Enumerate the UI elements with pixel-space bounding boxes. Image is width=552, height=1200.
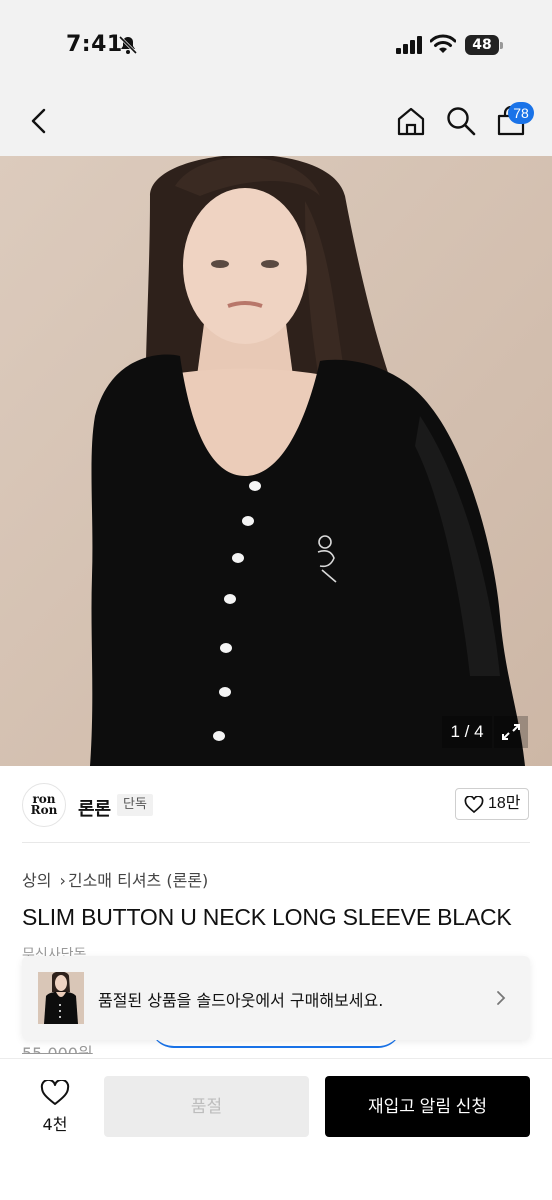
- home-icon[interactable]: [394, 104, 428, 138]
- signal-icon: [396, 36, 422, 54]
- expand-icon[interactable]: [494, 716, 528, 748]
- heart-icon[interactable]: [40, 1080, 70, 1106]
- breadcrumb-item-subcategory[interactable]: 긴소매 티셔츠 (론론): [68, 871, 208, 890]
- brand-logo[interactable]: ron Ron: [22, 783, 66, 827]
- soldout-button[interactable]: 품절: [104, 1076, 309, 1137]
- restock-alert-button[interactable]: 재입고 알림 신청: [325, 1076, 530, 1137]
- cart-count-badge: 78: [508, 102, 534, 124]
- status-bar: 7:41 48: [0, 0, 552, 88]
- brand-like-count: 18만: [488, 795, 521, 812]
- original-price: 55,000원: [22, 1044, 93, 1054]
- divider: [22, 842, 530, 843]
- toast-message: 품절된 상품을 솔드아웃에서 구매해보세요.: [98, 991, 384, 1010]
- nav-bar: [0, 88, 552, 156]
- exclusive-badge: 단독: [117, 794, 153, 816]
- brand-logo-line2: Ron: [30, 803, 58, 817]
- image-counter: 1 / 4: [442, 716, 492, 748]
- soldout-toast[interactable]: 품절된 상품을 솔드아웃에서 구매해보세요.: [22, 956, 530, 1040]
- chevron-right-icon: [497, 991, 506, 1005]
- status-time: 7:41: [66, 32, 123, 57]
- search-icon[interactable]: [444, 104, 478, 138]
- breadcrumb-item-category[interactable]: 상의: [22, 871, 51, 890]
- brand-name[interactable]: 론론: [78, 795, 111, 821]
- product-photo: [0, 156, 552, 766]
- wifi-icon: [430, 34, 456, 53]
- toast-thumbnail: [38, 972, 84, 1024]
- back-arrow-icon[interactable]: [24, 104, 56, 138]
- breadcrumb: 상의 › 긴소매 티셔츠 (론론): [22, 867, 210, 891]
- wishlist-count: 4천: [42, 1115, 68, 1134]
- battery-level: 48: [465, 35, 499, 55]
- brand-like-button[interactable]: 18만: [455, 788, 529, 820]
- bell-off-icon: [118, 35, 138, 55]
- chevron-right-icon: ›: [59, 871, 66, 890]
- battery-cap: [500, 42, 503, 49]
- product-title: SLIM BUTTON U NECK LONG SLEEVE BLACK: [22, 904, 512, 930]
- heart-icon: [464, 796, 484, 814]
- battery-icon: 48: [465, 35, 503, 55]
- product-image[interactable]: [0, 156, 552, 766]
- musinsa-exclusive-label: 무신사단독: [22, 947, 87, 956]
